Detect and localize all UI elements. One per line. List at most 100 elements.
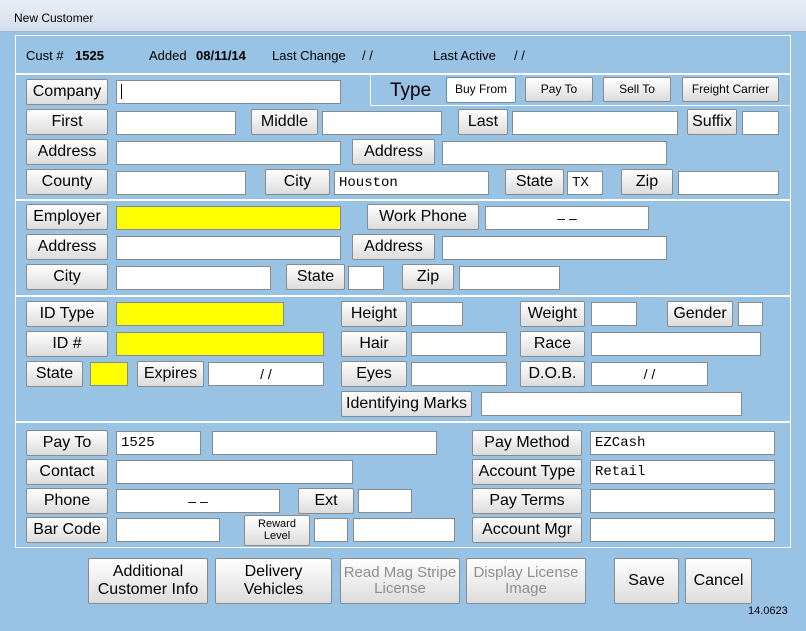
first-name-input[interactable]	[116, 111, 236, 135]
additional-customer-info-button[interactable]: Additional Customer Info	[88, 558, 208, 604]
last-active-value: / /	[514, 48, 525, 63]
first-name-button[interactable]: First	[26, 109, 108, 135]
city-button[interactable]: City	[265, 169, 330, 195]
race-button[interactable]: Race	[520, 331, 585, 357]
read-mag-stripe-license-button[interactable]: Read Mag Stripe License	[340, 558, 460, 604]
display-license-image-button[interactable]: Display License Image	[466, 558, 586, 604]
last-active-label: Last Active	[433, 48, 496, 63]
pay-to-input[interactable]: 1525	[116, 431, 201, 455]
last-change-label: Last Change	[272, 48, 346, 63]
reward-extra-input[interactable]	[353, 518, 455, 542]
address1-button[interactable]: Address	[26, 139, 108, 165]
id-number-button[interactable]: ID #	[26, 331, 108, 357]
company-input[interactable]	[116, 80, 341, 104]
address2-input[interactable]	[442, 141, 667, 165]
type-label: Type	[390, 80, 432, 101]
eyes-input[interactable]	[411, 362, 507, 386]
hair-button[interactable]: Hair	[341, 331, 407, 357]
window-title: New Customer	[14, 11, 94, 25]
cancel-button[interactable]: Cancel	[685, 558, 752, 604]
account-mgr-button[interactable]: Account Mgr	[472, 517, 582, 543]
gender-input[interactable]	[738, 302, 763, 326]
employer-button[interactable]: Employer	[26, 204, 108, 230]
identifying-marks-button[interactable]: Identifying Marks	[341, 391, 472, 417]
state-button[interactable]: State	[505, 169, 564, 195]
employer-input[interactable]	[116, 206, 341, 230]
pay-terms-button[interactable]: Pay Terms	[472, 488, 582, 514]
employer-state-button[interactable]: State	[286, 264, 345, 290]
bar-code-input[interactable]	[116, 518, 220, 542]
hair-input[interactable]	[411, 332, 507, 356]
pay-method-button[interactable]: Pay Method	[472, 430, 582, 456]
id-type-input[interactable]	[116, 302, 284, 326]
dob-input[interactable]: / /	[591, 362, 708, 386]
pay-to-button[interactable]: Pay To	[26, 430, 108, 456]
suffix-input[interactable]	[742, 111, 779, 135]
county-input[interactable]	[116, 171, 246, 195]
employer-address2-button[interactable]: Address	[352, 234, 435, 260]
employer-state-input[interactable]	[348, 266, 384, 290]
employer-address1-input[interactable]	[116, 236, 341, 260]
expires-input[interactable]: / /	[208, 362, 324, 386]
weight-input[interactable]	[591, 302, 637, 326]
account-type-input[interactable]: Retail	[590, 460, 775, 484]
employer-zip-input[interactable]	[459, 266, 560, 290]
county-button[interactable]: County	[26, 169, 108, 195]
phone-input[interactable]: – –	[116, 489, 280, 513]
employer-address2-input[interactable]	[442, 236, 667, 260]
zip-input[interactable]	[678, 171, 779, 195]
id-number-input[interactable]	[116, 332, 324, 356]
version-label: 14.0623	[748, 605, 788, 617]
save-button[interactable]: Save	[614, 558, 679, 604]
reward-level-button[interactable]: Reward Level	[244, 515, 310, 546]
bar-code-button[interactable]: Bar Code	[26, 517, 108, 543]
id-type-button[interactable]: ID Type	[26, 301, 108, 327]
type-buy-from-button[interactable]: Buy From	[446, 77, 516, 103]
delivery-vehicles-button[interactable]: Delivery Vehicles	[215, 558, 332, 604]
last-name-button[interactable]: Last	[458, 109, 508, 135]
company-button[interactable]: Company	[26, 79, 108, 105]
type-sell-to-button[interactable]: Sell To	[603, 77, 671, 102]
height-input[interactable]	[411, 302, 463, 326]
race-input[interactable]	[591, 332, 761, 356]
height-button[interactable]: Height	[341, 301, 407, 327]
cust-number-label: Cust #	[26, 48, 64, 63]
suffix-button[interactable]: Suffix	[687, 109, 737, 135]
address2-button[interactable]: Address	[352, 139, 435, 165]
id-state-button[interactable]: State	[26, 361, 83, 387]
pay-terms-input[interactable]	[590, 489, 775, 513]
pay-method-input[interactable]: EZCash	[590, 431, 775, 455]
account-type-button[interactable]: Account Type	[472, 459, 582, 485]
type-freight-carrier-button[interactable]: Freight Carrier	[682, 77, 779, 102]
last-name-input[interactable]	[512, 111, 678, 135]
reward-level-input[interactable]	[314, 518, 348, 542]
account-mgr-input[interactable]	[590, 518, 775, 542]
employer-city-button[interactable]: City	[26, 264, 108, 290]
ext-button[interactable]: Ext	[298, 488, 354, 514]
work-phone-button[interactable]: Work Phone	[367, 204, 479, 230]
identifying-marks-input[interactable]	[481, 392, 742, 416]
middle-name-button[interactable]: Middle	[251, 109, 318, 135]
weight-button[interactable]: Weight	[520, 301, 585, 327]
ext-input[interactable]	[358, 489, 412, 513]
employer-zip-button[interactable]: Zip	[402, 264, 454, 290]
title-bar	[0, 0, 806, 32]
work-phone-input[interactable]: – –	[485, 206, 649, 230]
gender-button[interactable]: Gender	[667, 301, 733, 327]
employer-city-input[interactable]	[116, 266, 271, 290]
type-pay-to-button[interactable]: Pay To	[525, 77, 593, 102]
employer-address1-button[interactable]: Address	[26, 234, 108, 260]
state-input[interactable]: TX	[567, 171, 603, 195]
id-state-input[interactable]	[90, 362, 128, 386]
phone-button[interactable]: Phone	[26, 488, 108, 514]
city-input[interactable]: Houston	[334, 171, 489, 195]
eyes-button[interactable]: Eyes	[341, 361, 407, 387]
dob-button[interactable]: D.O.B.	[520, 361, 585, 387]
middle-name-input[interactable]	[322, 111, 442, 135]
address1-input[interactable]	[116, 141, 341, 165]
pay-to-name-input[interactable]	[212, 431, 437, 455]
expires-button[interactable]: Expires	[137, 361, 204, 387]
zip-button[interactable]: Zip	[621, 169, 673, 195]
contact-input[interactable]	[116, 460, 353, 484]
contact-button[interactable]: Contact	[26, 459, 108, 485]
